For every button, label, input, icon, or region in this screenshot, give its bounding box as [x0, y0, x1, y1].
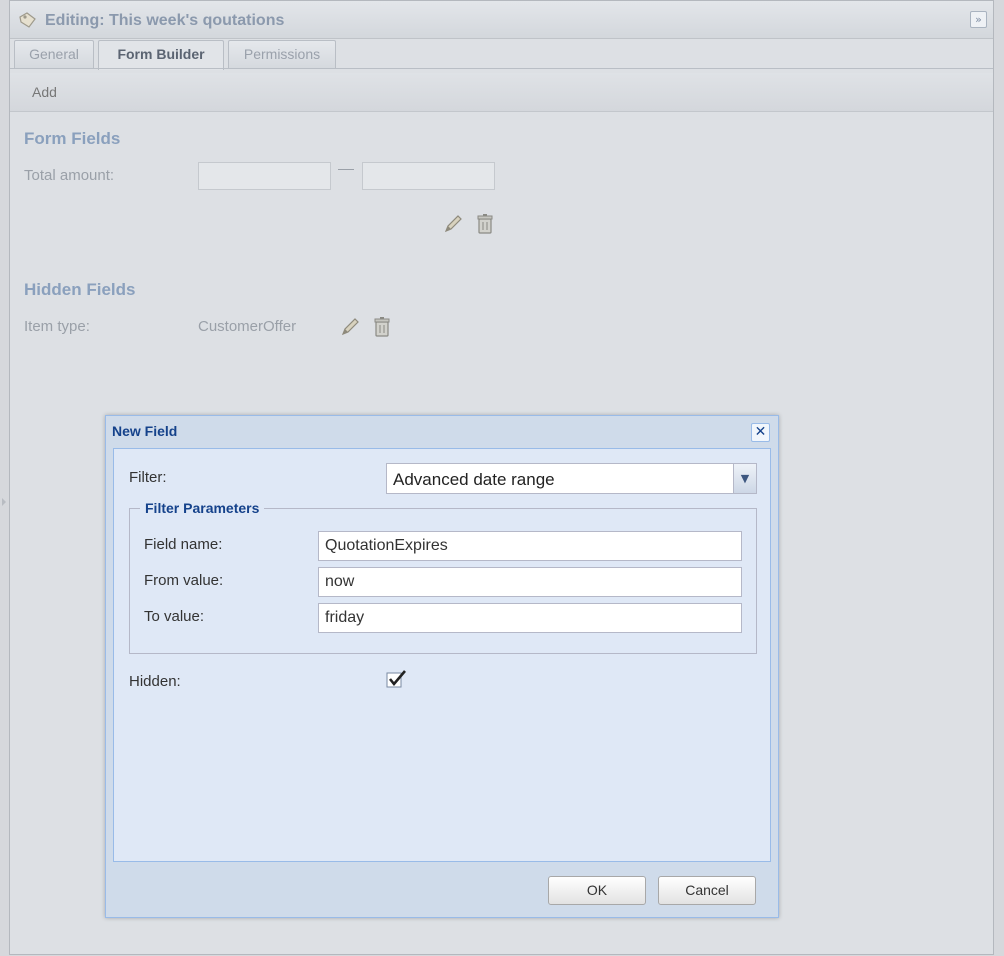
- dialog-body: Filter: Advanced date range ▼ Filter Par…: [113, 448, 771, 862]
- chevron-down-icon[interactable]: ▼: [733, 464, 756, 493]
- panel-header: Editing: This week's qoutations »: [10, 1, 993, 39]
- ok-button[interactable]: OK: [548, 876, 646, 905]
- cancel-button[interactable]: Cancel: [658, 876, 756, 905]
- field-name-input[interactable]: [318, 531, 742, 561]
- tag-icon: [19, 12, 36, 28]
- filter-parameters-legend: Filter Parameters: [140, 500, 265, 516]
- new-field-dialog: New Field ✕ Filter: Advanced date range …: [105, 415, 779, 918]
- panel-title: Editing: This week's qoutations: [45, 12, 285, 29]
- from-value-label: From value:: [144, 572, 224, 589]
- filter-parameters-fieldset: Filter Parameters Field name: From value…: [129, 500, 757, 654]
- toolbar: Add: [10, 73, 993, 112]
- form-fields-title: Form Fields: [24, 129, 121, 148]
- range-dash: [338, 169, 354, 170]
- double-chevron-right-icon[interactable]: »: [970, 11, 987, 28]
- pencil-icon[interactable]: [442, 213, 464, 235]
- trash-icon[interactable]: [476, 213, 494, 235]
- expand-west-arrow-icon[interactable]: [2, 498, 6, 506]
- to-value-input[interactable]: [318, 603, 742, 633]
- add-button[interactable]: Add: [32, 84, 57, 100]
- hidden-checkbox[interactable]: [386, 669, 408, 689]
- from-value-input[interactable]: [318, 567, 742, 597]
- filter-select[interactable]: Advanced date range ▼: [386, 463, 757, 494]
- tab-general[interactable]: General: [14, 40, 94, 68]
- tab-strip-divider: [10, 68, 993, 69]
- filter-label: Filter:: [129, 469, 167, 486]
- field-name-label: Field name:: [144, 536, 223, 553]
- filter-select-value: Advanced date range: [393, 470, 555, 489]
- pencil-icon[interactable]: [339, 316, 361, 338]
- item-type-label: Item type:: [24, 318, 90, 335]
- item-type-value: CustomerOffer: [198, 318, 297, 335]
- to-value-label: To value:: [144, 608, 205, 625]
- total-amount-from-input[interactable]: [198, 162, 331, 190]
- tab-permissions[interactable]: Permissions: [228, 40, 336, 68]
- trash-icon[interactable]: [373, 316, 391, 338]
- close-icon[interactable]: ✕: [751, 423, 770, 442]
- hidden-fields-title: Hidden Fields: [24, 280, 136, 299]
- hidden-label: Hidden:: [129, 673, 181, 690]
- total-amount-to-input[interactable]: [362, 162, 495, 190]
- dialog-title: New Field: [112, 423, 178, 439]
- total-amount-label: Total amount:: [24, 167, 115, 184]
- tab-form-builder[interactable]: Form Builder: [98, 40, 224, 70]
